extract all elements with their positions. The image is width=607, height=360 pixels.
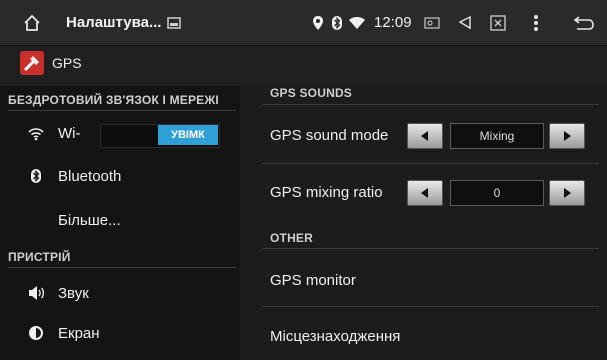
more-options-icon[interactable] [533,0,539,45]
wifi-toggle-on-label[interactable]: УВІМК [158,125,218,145]
sound-mode-value: Mixing [450,123,544,149]
divider [262,248,599,249]
gps-app-icon [20,51,44,75]
clock: 12:09 [374,14,412,31]
divider [262,306,599,307]
divider [262,163,599,164]
divider [8,110,236,111]
arrow-left-icon [421,188,428,198]
photo-icon[interactable] [424,0,440,45]
volume-icon[interactable] [456,0,472,45]
divider [262,104,599,105]
sidebar-item-screen[interactable]: Екран [58,325,100,342]
gps-sound-mode-label: GPS sound mode [270,127,389,144]
sidebar-item-wifi[interactable]: Wi- [58,125,81,142]
section-wireless-header: БЕЗДРОТОВИЙ ЗВ'ЯЗОК І МЕРЕЖІ [8,93,219,107]
home-icon[interactable] [22,0,42,45]
close-window-icon[interactable] [490,0,506,45]
section-gps-sounds-header: GPS SOUNDS [270,86,353,100]
location-icon [312,0,324,45]
mixing-ratio-prev-button[interactable] [407,180,443,206]
sound-mode-prev-button[interactable] [407,123,443,149]
gps-monitor-item[interactable]: GPS monitor [270,272,356,289]
section-other-header: OTHER [270,231,313,245]
mixing-ratio-next-button[interactable] [549,180,585,206]
arrow-right-icon [564,131,571,141]
app-bar [0,46,607,86]
wifi-icon [348,0,366,45]
sidebar-item-sound[interactable]: Звук [58,285,89,302]
status-bar: Налаштува... 12:09 [0,0,607,46]
bluetooth-icon [30,168,42,189]
app-bar-title: GPS [52,55,82,71]
brightness-icon [28,325,44,346]
gps-mixing-ratio-label: GPS mixing ratio [270,184,383,201]
arrow-left-icon [421,131,428,141]
screen-title: Налаштува... [66,14,162,31]
bluetooth-icon [331,0,343,45]
wifi-icon [28,127,44,146]
sound-mode-next-button[interactable] [549,123,585,149]
sidebar-item-bluetooth[interactable]: Bluetooth [58,168,121,185]
location-item[interactable]: Місцезнаходження [270,328,400,345]
arrow-right-icon [564,188,571,198]
section-device-header: ПРИСТРІЙ [8,250,71,264]
back-icon[interactable] [573,0,595,45]
screenshot-icon [167,0,181,45]
sidebar-item-more[interactable]: Більше... [58,212,121,229]
speaker-icon [28,285,46,306]
divider [8,267,236,268]
mixing-ratio-value: 0 [450,180,544,206]
